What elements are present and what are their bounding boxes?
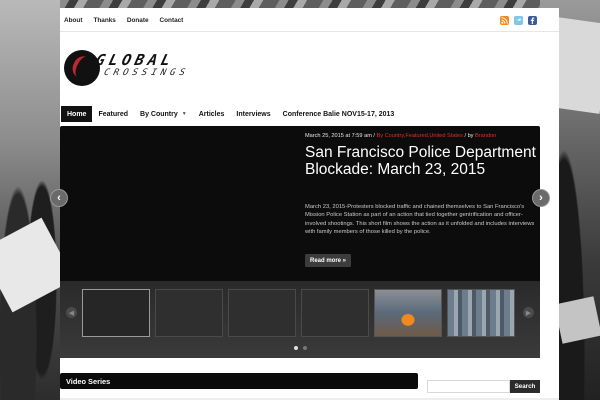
page-container: About Thanks Donate Contact GLOBAL CROSS… xyxy=(60,8,559,400)
thumbnail-strip: ◀ ▶ xyxy=(60,281,540,358)
nav-item-articles[interactable]: Articles xyxy=(193,106,231,122)
nav-item-conference[interactable]: Conference Balie NOV15-17, 2013 xyxy=(277,106,401,122)
logo-subtext: CROSSINGS xyxy=(102,68,191,78)
site-logo[interactable]: GLOBAL CROSSINGS xyxy=(64,48,214,88)
category-link[interactable]: Featured xyxy=(405,133,427,139)
search-button[interactable]: Search xyxy=(510,380,540,393)
thumbnail[interactable] xyxy=(82,289,150,337)
thumbnail[interactable] xyxy=(374,289,442,337)
nav-label: Home xyxy=(67,110,87,118)
background-sign xyxy=(554,296,600,344)
slide-meta: March 25, 2015 at 7:59 am / By Country,F… xyxy=(305,133,497,139)
slide-date: March 25, 2015 at 7:59 am xyxy=(305,133,372,139)
top-links: About Thanks Donate Contact xyxy=(64,17,183,24)
twitter-icon[interactable] xyxy=(514,16,523,25)
nav-label: By Country xyxy=(140,110,178,118)
featured-slider: March 25, 2015 at 7:59 am / By Country,F… xyxy=(60,126,540,358)
top-link-donate[interactable]: Donate xyxy=(127,17,149,24)
slide-description: March 23, 2015-Protesters blocked traffi… xyxy=(305,204,535,235)
category-link[interactable]: United States xyxy=(429,133,463,139)
top-link-about[interactable]: About xyxy=(64,17,82,24)
category-link[interactable]: By Country xyxy=(377,133,404,139)
rss-icon[interactable] xyxy=(500,16,509,25)
caret-down-icon: ▼ xyxy=(181,111,187,117)
slider-prev-arrow[interactable]: ‹ xyxy=(50,189,68,207)
thumbnail[interactable] xyxy=(301,289,369,337)
thumbnail[interactable] xyxy=(447,289,515,337)
read-more-button[interactable]: Read more » xyxy=(305,254,352,267)
nav-item-featured[interactable]: Featured xyxy=(92,106,134,122)
chevron-right-icon[interactable]: ▶ xyxy=(523,307,534,318)
nav-item-interviews[interactable]: Interviews xyxy=(230,106,276,122)
nav-item-home[interactable]: Home xyxy=(61,106,93,122)
main-nav: Home Featured By Country ▼ Articles Inter… xyxy=(60,106,559,122)
slide-title[interactable]: San Francisco Police Department Blockade… xyxy=(305,144,537,178)
search-input[interactable] xyxy=(427,380,510,393)
thumbnail[interactable] xyxy=(228,289,296,337)
video-series-heading: Video Series xyxy=(60,373,418,389)
thumbnails xyxy=(82,289,515,337)
meta-separator: / by xyxy=(462,133,476,139)
author-link[interactable]: Brandon xyxy=(475,133,496,139)
nav-label: Interviews xyxy=(236,110,271,118)
slider-dots xyxy=(294,346,307,350)
facebook-icon[interactable] xyxy=(528,16,537,25)
nav-label: Articles xyxy=(198,110,225,118)
top-bar: About Thanks Donate Contact xyxy=(60,8,559,32)
slider-dot[interactable] xyxy=(303,346,307,350)
nav-item-by-country[interactable]: By Country ▼ xyxy=(134,106,193,122)
nav-label: Featured xyxy=(98,110,129,118)
top-link-thanks[interactable]: Thanks xyxy=(93,17,115,24)
social-icons xyxy=(500,16,537,25)
thumbnail[interactable] xyxy=(155,289,223,337)
slider-next-arrow[interactable]: › xyxy=(532,189,550,207)
slider-dot[interactable] xyxy=(294,346,298,350)
chevron-left-icon[interactable]: ◀ xyxy=(66,307,77,318)
nav-label: Conference Balie NOV15-17, 2013 xyxy=(282,110,395,118)
logo-text: GLOBAL xyxy=(93,51,177,69)
top-link-contact[interactable]: Contact xyxy=(160,17,184,24)
